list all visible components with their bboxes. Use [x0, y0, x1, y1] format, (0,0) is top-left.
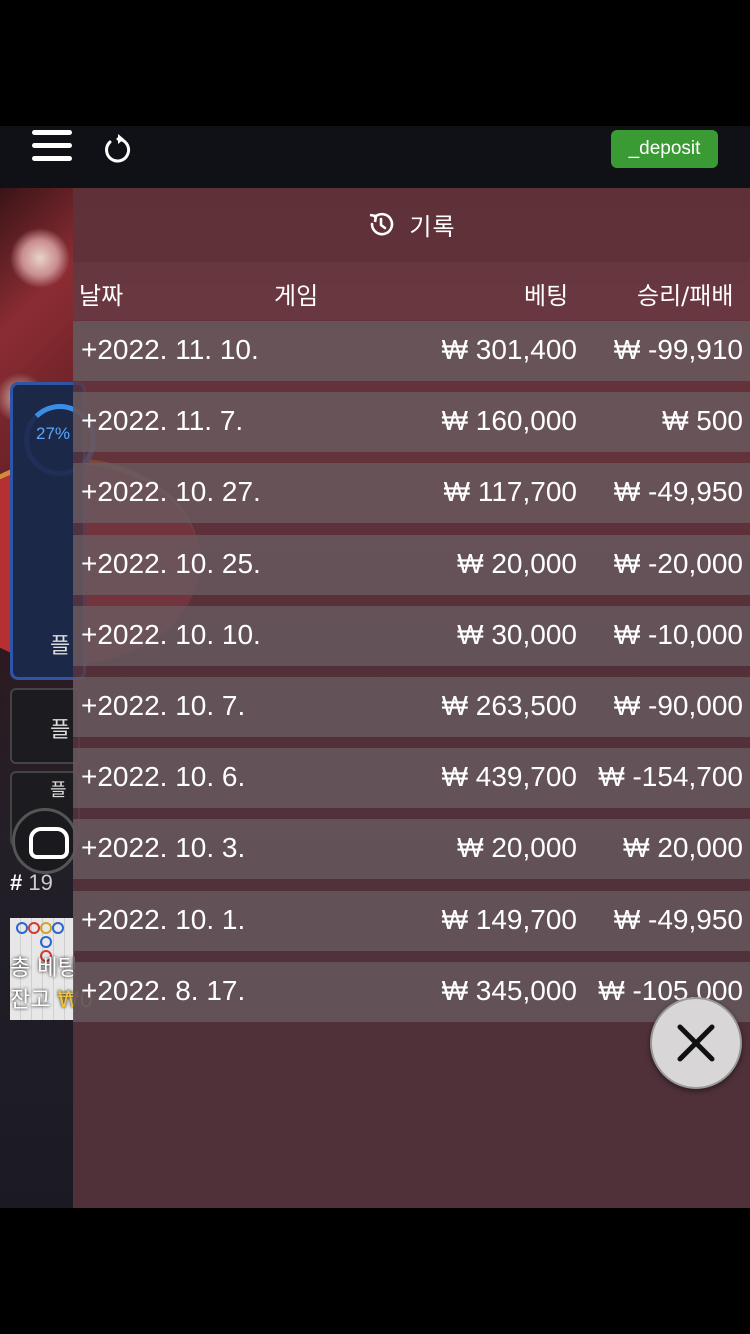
row-winloss: ₩ -105,000	[598, 974, 743, 1006]
row-date: +2022. 8. 17.	[81, 974, 246, 1006]
row-winloss: ₩ 500	[662, 405, 743, 437]
row-bet: ₩ 301,400	[441, 334, 577, 365]
row-winloss: ₩ -49,950	[613, 476, 743, 508]
reload-icon[interactable]	[104, 134, 132, 164]
panel-title: 기록	[409, 212, 456, 241]
side-label: 플	[50, 780, 67, 801]
row-date: +2022. 11. 7.	[81, 405, 244, 437]
round-number: # 19	[10, 870, 53, 895]
hamburger-menu-icon[interactable]	[32, 130, 72, 164]
history-row[interactable]: +2022. 10. 1. ₩ 149,700 ₩ -49,950	[73, 890, 750, 951]
row-bet: ₩ 439,700	[441, 761, 577, 793]
row-bet: ₩ 149,700	[441, 903, 577, 935]
row-date: +2022. 10. 27.	[81, 476, 261, 508]
history-row[interactable]: +2022. 10. 10. ₩ 30,000 ₩ -10,000	[73, 605, 750, 666]
history-row[interactable]: +2022. 10. 27. ₩ 117,700 ₩ -49,950	[73, 463, 750, 524]
row-bet: ₩ 20,000	[457, 547, 577, 579]
row-bet: ₩ 263,500	[441, 689, 577, 721]
row-date: +2022. 10. 25.	[81, 547, 261, 579]
history-list: +2022. 11. 10. ₩ 301,400 ₩ -99,910 +2022…	[73, 321, 750, 1033]
total-bet-label: 총 베팅	[10, 956, 78, 981]
close-button[interactable]	[650, 997, 742, 1089]
column-header-game: 게임	[274, 282, 319, 310]
row-bet: ₩ 30,000	[457, 618, 577, 650]
progress-percent: 27%	[36, 424, 71, 443]
column-header-winloss: 승리/패배	[637, 282, 734, 310]
chip-icon[interactable]	[12, 808, 78, 874]
history-row[interactable]: +2022. 11. 10. ₩ 301,400 ₩ -99,910	[73, 321, 750, 381]
side-label: 플	[50, 634, 71, 659]
row-bet: ₩ 20,000	[457, 832, 577, 864]
row-date: +2022. 10. 6.	[81, 761, 246, 793]
row-date: +2022. 11. 10.	[81, 334, 259, 365]
history-icon	[370, 212, 394, 236]
row-bet: ₩ 160,000	[441, 405, 577, 437]
row-date: +2022. 10. 10.	[81, 618, 261, 650]
history-row[interactable]: +2022. 10. 6. ₩ 439,700 ₩ -154,700	[73, 748, 750, 809]
column-header-date: 날짜	[79, 282, 124, 310]
row-winloss: ₩ -49,950	[613, 903, 743, 935]
panel-header: 기록	[73, 188, 750, 260]
history-row[interactable]: +2022. 8. 17. ₩ 345,000 ₩ -105,000	[73, 961, 750, 1022]
row-bet: ₩ 345,000	[441, 974, 577, 1006]
history-row[interactable]: +2022. 10. 3. ₩ 20,000 ₩ 20,000	[73, 819, 750, 880]
deposit-button[interactable]: _deposit	[611, 130, 718, 168]
row-date: +2022. 10. 3.	[81, 832, 246, 864]
row-date: +2022. 10. 7.	[81, 689, 246, 721]
bottom-bar	[0, 1208, 750, 1334]
row-winloss: ₩ 20,000	[623, 832, 743, 864]
row-winloss: ₩ -90,000	[613, 689, 743, 721]
row-winloss: ₩ -154,700	[598, 761, 743, 793]
column-header-bet: 베팅	[524, 282, 569, 310]
row-winloss: ₩ -99,910	[613, 334, 743, 365]
row-bet: ₩ 117,700	[443, 476, 577, 508]
row-winloss: ₩ -20,000	[613, 547, 743, 579]
history-row[interactable]: +2022. 11. 7. ₩ 160,000 ₩ 500	[73, 392, 750, 453]
history-panel: 기록 날짜 게임 베팅 승리/패배 +2022. 11. 10. ₩ 301,4…	[73, 188, 750, 1208]
row-date: +2022. 10. 1.	[81, 903, 246, 935]
history-row[interactable]: +2022. 10. 7. ₩ 263,500 ₩ -90,000	[73, 676, 750, 737]
row-winloss: ₩ -10,000	[613, 618, 743, 650]
close-icon	[677, 1024, 715, 1062]
table-header: 날짜 게임 베팅 승리/패배	[73, 262, 750, 320]
side-label: 플	[50, 718, 71, 743]
history-row[interactable]: +2022. 10. 25. ₩ 20,000 ₩ -20,000	[73, 534, 750, 595]
